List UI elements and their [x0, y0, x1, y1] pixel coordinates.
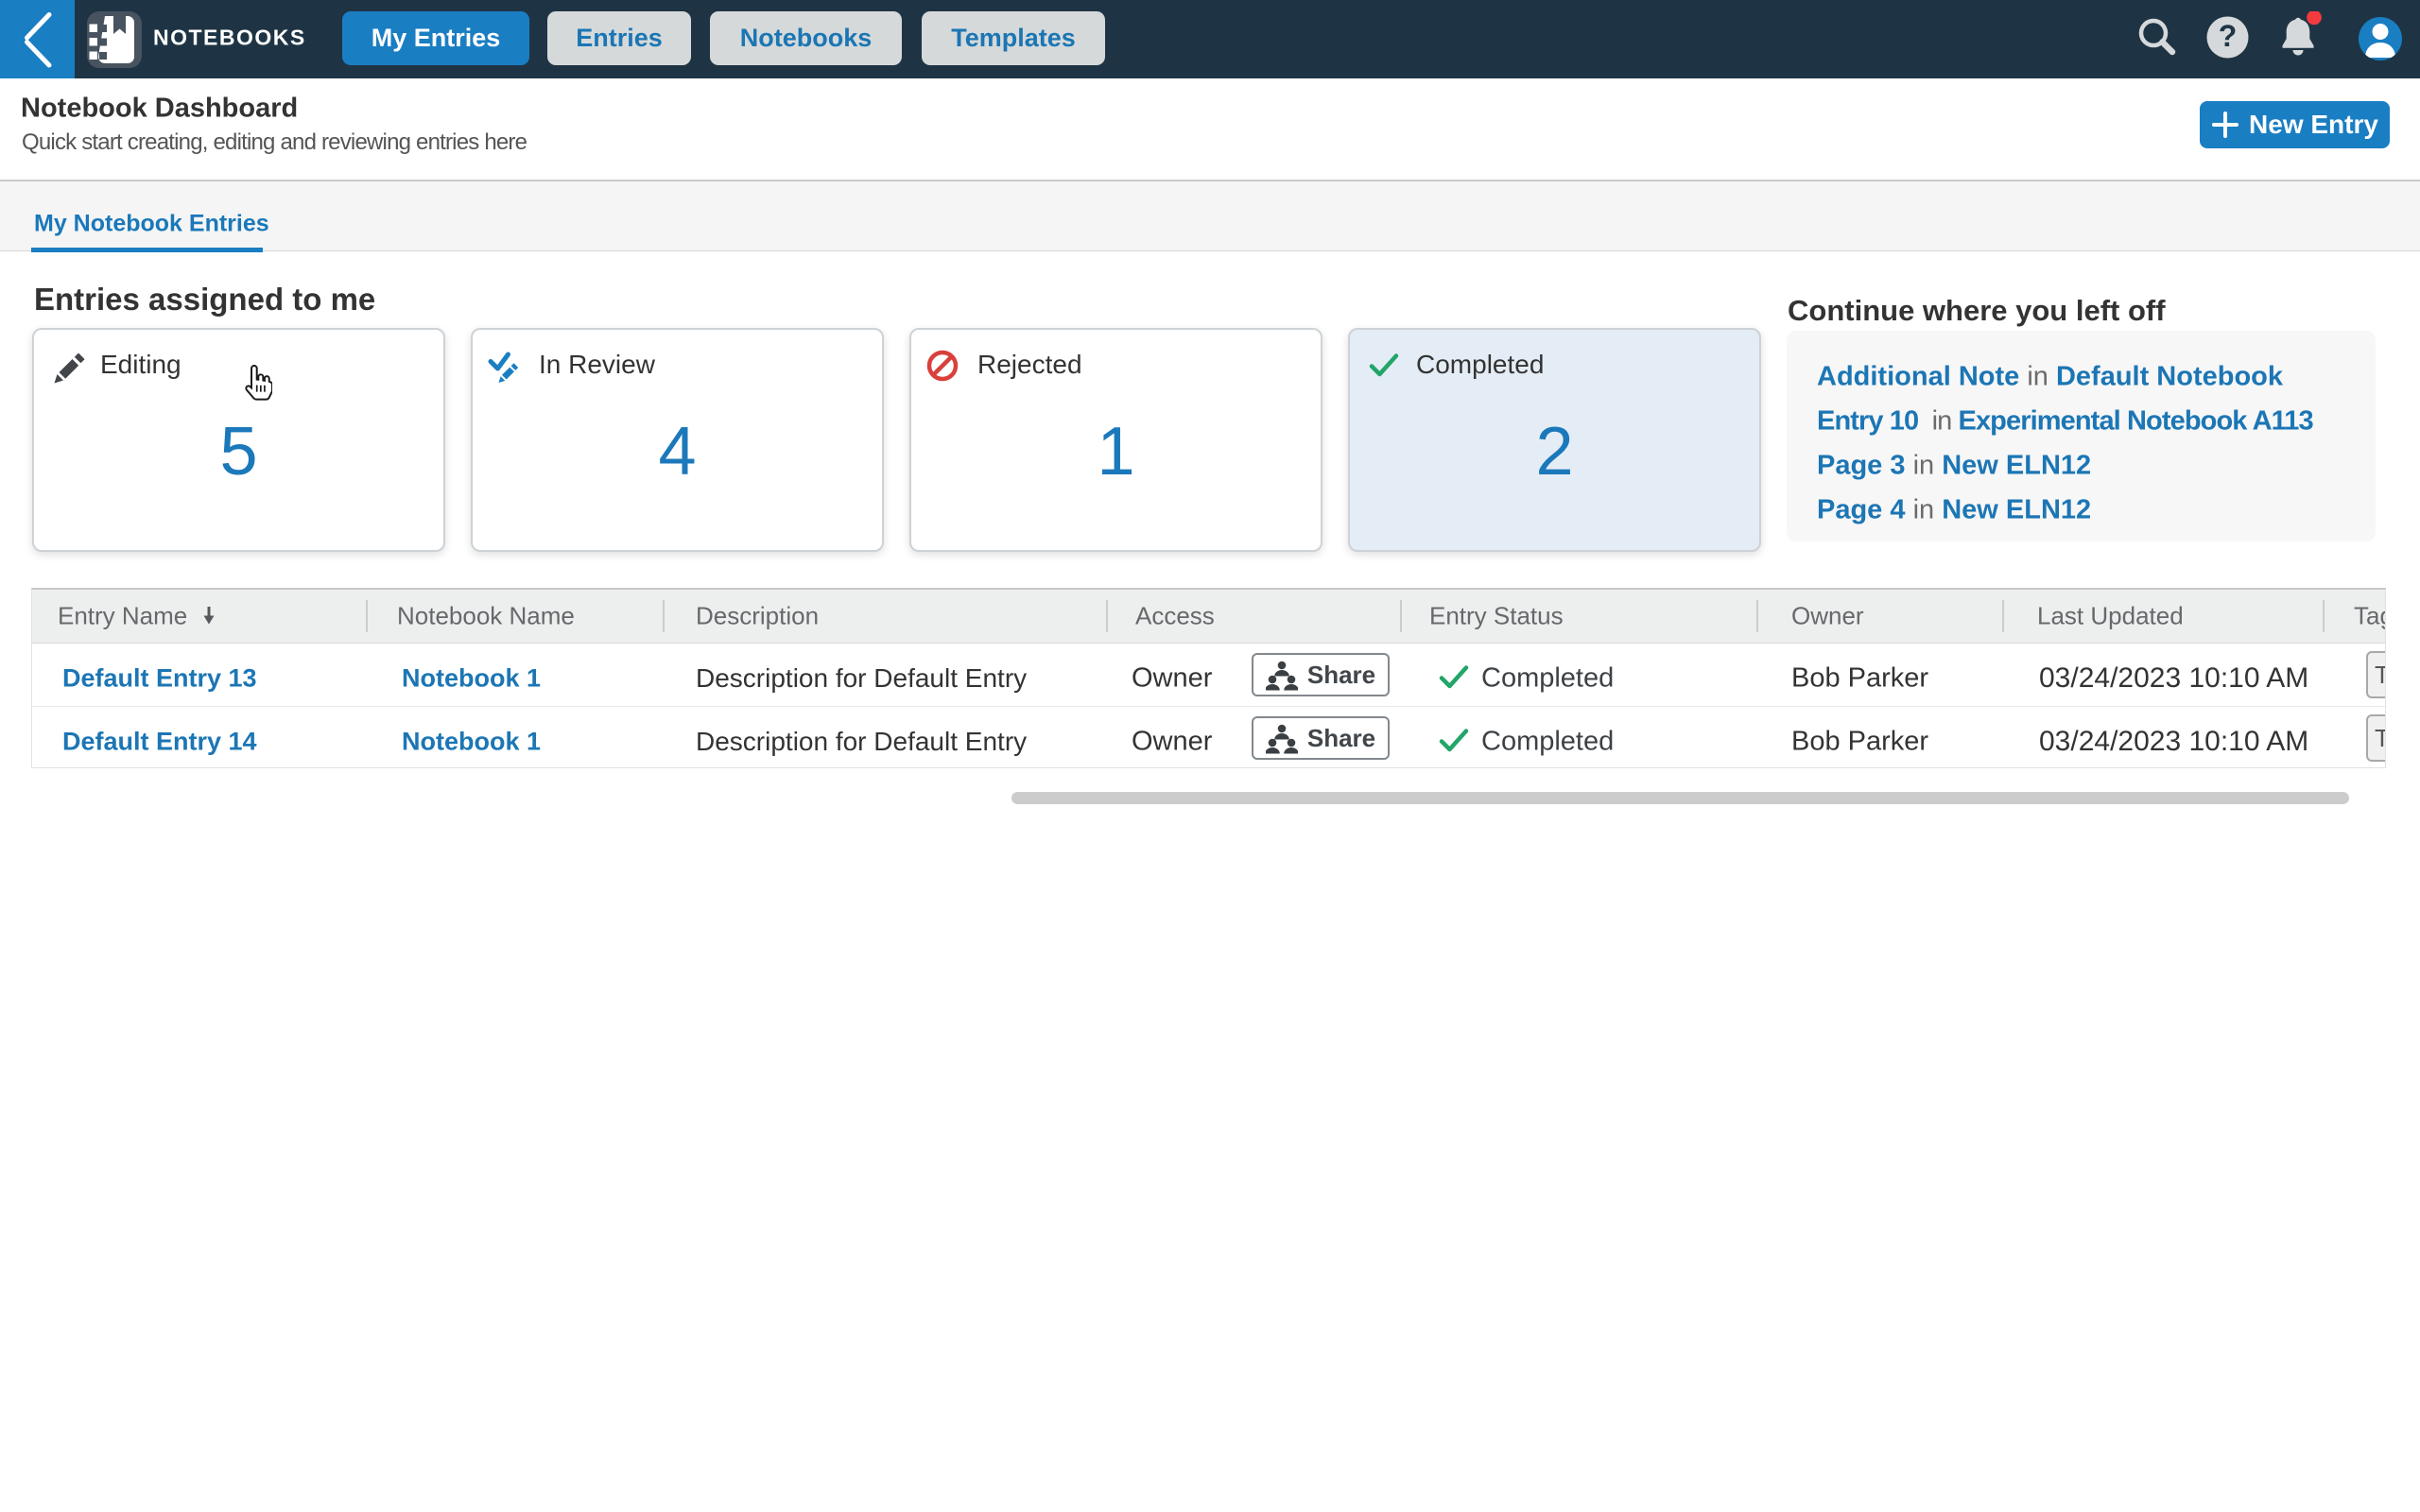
- svg-text:?: ?: [2219, 19, 2238, 53]
